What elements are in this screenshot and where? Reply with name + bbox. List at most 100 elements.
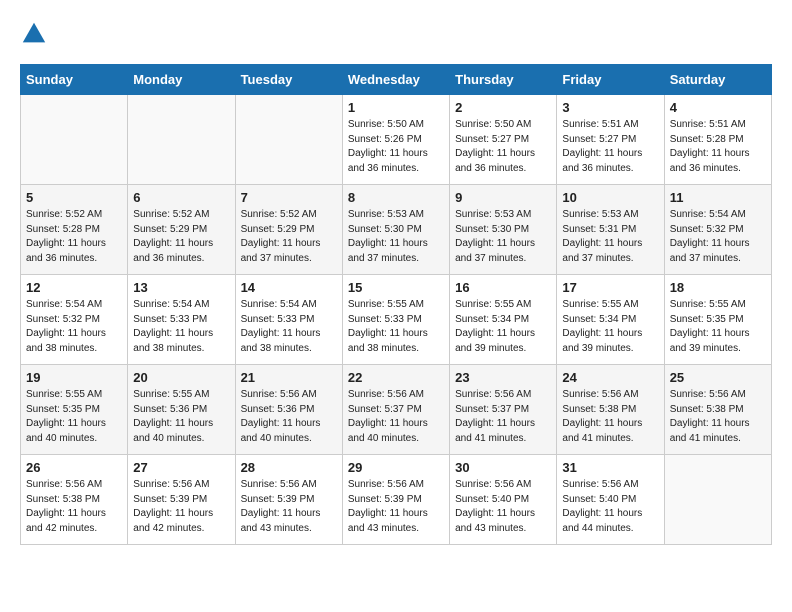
day-info: Sunrise: 5:50 AM Sunset: 5:26 PM Dayligh… [348,118,444,176]
day-info: Sunrise: 5:53 AM Sunset: 5:30 PM Dayligh… [348,208,444,266]
calendar-cell: 3 Sunrise: 5:51 AM Sunset: 5:27 PM Daylig… [557,95,664,185]
day-info: Sunrise: 5:52 AM Sunset: 5:28 PM Dayligh… [26,208,122,266]
day-info: Sunrise: 5:54 AM Sunset: 5:32 PM Dayligh… [26,298,122,356]
calendar-cell: 16Sunrise: 5:55 AM Sunset: 5:34 PM Dayli… [450,275,557,365]
calendar-cell: 15 Sunrise: 5:55 AM Sunset: 5:33 PM Dayli… [342,275,449,365]
day-info: Sunrise: 5:56 AM Sunset: 5:38 PM Dayligh… [26,478,122,536]
day-info: Sunrise: 5:55 AM Sunset: 5:35 PM Dayligh… [26,388,122,446]
day-number: 5 [26,190,122,205]
calendar-cell [21,95,128,185]
day-number: 4 [670,100,766,115]
calendar-cell: 4 Sunrise: 5:51 AM Sunset: 5:28 PM Daylig… [664,95,771,185]
calendar-cell: 20 Sunrise: 5:55 AM Sunset: 5:36 PM Dayli… [128,365,235,455]
day-info: Sunrise: 5:52 AM Sunset: 5:29 PM Dayligh… [133,208,229,266]
header-cell-sunday: Sunday [21,65,128,95]
calendar-cell: 13Sunrise: 5:54 AM Sunset: 5:33 PM Dayli… [128,275,235,365]
day-info: Sunrise: 5:56 AM Sunset: 5:36 PM Dayligh… [241,388,337,446]
day-number: 10 [562,190,658,205]
logo-icon [20,20,48,48]
day-number: 7 [241,190,337,205]
day-number: 12 [26,280,122,295]
calendar-week-1: 1 Sunrise: 5:50 AM Sunset: 5:26 PM Daylig… [21,95,772,185]
day-number: 31 [562,460,658,475]
day-info: Sunrise: 5:55 AM Sunset: 5:34 PM Dayligh… [562,298,658,356]
day-number: 18 [670,280,766,295]
calendar-cell [128,95,235,185]
day-number: 23 [455,370,551,385]
day-info: Sunrise: 5:56 AM Sunset: 5:40 PM Dayligh… [562,478,658,536]
calendar-cell: 11 Sunrise: 5:54 AM Sunset: 5:32 PM Dayli… [664,185,771,275]
day-info: Sunrise: 5:55 AM Sunset: 5:33 PM Dayligh… [348,298,444,356]
calendar-cell [664,455,771,545]
day-info: Sunrise: 5:51 AM Sunset: 5:27 PM Dayligh… [562,118,658,176]
day-info: Sunrise: 5:56 AM Sunset: 5:40 PM Dayligh… [455,478,551,536]
logo [20,20,52,48]
page-header [20,20,772,48]
day-info: Sunrise: 5:56 AM Sunset: 5:38 PM Dayligh… [562,388,658,446]
calendar-cell: 29Sunrise: 5:56 AM Sunset: 5:39 PM Dayli… [342,455,449,545]
day-number: 14 [241,280,337,295]
calendar-cell: 10 Sunrise: 5:53 AM Sunset: 5:31 PM Dayli… [557,185,664,275]
header-cell-friday: Friday [557,65,664,95]
calendar-cell: 25 Sunrise: 5:56 AM Sunset: 5:38 PM Dayli… [664,365,771,455]
day-info: Sunrise: 5:56 AM Sunset: 5:37 PM Dayligh… [455,388,551,446]
calendar-cell: 6 Sunrise: 5:52 AM Sunset: 5:29 PM Daylig… [128,185,235,275]
calendar-cell: 26Sunrise: 5:56 AM Sunset: 5:38 PM Dayli… [21,455,128,545]
day-number: 6 [133,190,229,205]
calendar-cell: 2 Sunrise: 5:50 AM Sunset: 5:27 PM Daylig… [450,95,557,185]
day-number: 3 [562,100,658,115]
calendar-cell [235,95,342,185]
day-number: 22 [348,370,444,385]
day-info: Sunrise: 5:52 AM Sunset: 5:29 PM Dayligh… [241,208,337,266]
day-info: Sunrise: 5:55 AM Sunset: 5:36 PM Dayligh… [133,388,229,446]
day-info: Sunrise: 5:55 AM Sunset: 5:34 PM Dayligh… [455,298,551,356]
calendar-table: SundayMondayTuesdayWednesdayThursdayFrid… [20,64,772,545]
calendar-cell: 9 Sunrise: 5:53 AM Sunset: 5:30 PM Daylig… [450,185,557,275]
day-number: 9 [455,190,551,205]
day-number: 28 [241,460,337,475]
header-cell-thursday: Thursday [450,65,557,95]
day-number: 8 [348,190,444,205]
day-info: Sunrise: 5:56 AM Sunset: 5:39 PM Dayligh… [241,478,337,536]
calendar-cell: 22 Sunrise: 5:56 AM Sunset: 5:37 PM Dayli… [342,365,449,455]
day-number: 27 [133,460,229,475]
calendar-cell: 30 Sunrise: 5:56 AM Sunset: 5:40 PM Dayli… [450,455,557,545]
calendar-cell: 8 Sunrise: 5:53 AM Sunset: 5:30 PM Daylig… [342,185,449,275]
calendar-cell: 19 Sunrise: 5:55 AM Sunset: 5:35 PM Dayli… [21,365,128,455]
calendar-cell: 31 Sunrise: 5:56 AM Sunset: 5:40 PM Dayli… [557,455,664,545]
day-number: 13 [133,280,229,295]
day-info: Sunrise: 5:56 AM Sunset: 5:37 PM Dayligh… [348,388,444,446]
header-cell-tuesday: Tuesday [235,65,342,95]
day-info: Sunrise: 5:54 AM Sunset: 5:33 PM Dayligh… [241,298,337,356]
day-info: Sunrise: 5:51 AM Sunset: 5:28 PM Dayligh… [670,118,766,176]
calendar-cell: 14 Sunrise: 5:54 AM Sunset: 5:33 PM Dayli… [235,275,342,365]
day-number: 19 [26,370,122,385]
day-number: 15 [348,280,444,295]
calendar-week-2: 5 Sunrise: 5:52 AM Sunset: 5:28 PM Daylig… [21,185,772,275]
day-info: Sunrise: 5:53 AM Sunset: 5:31 PM Dayligh… [562,208,658,266]
day-number: 11 [670,190,766,205]
day-number: 2 [455,100,551,115]
day-number: 1 [348,100,444,115]
day-info: Sunrise: 5:55 AM Sunset: 5:35 PM Dayligh… [670,298,766,356]
calendar-cell: 21 Sunrise: 5:56 AM Sunset: 5:36 PM Dayli… [235,365,342,455]
calendar-cell: 24Sunrise: 5:56 AM Sunset: 5:38 PM Dayli… [557,365,664,455]
calendar-cell: 27 Sunrise: 5:56 AM Sunset: 5:39 PM Dayli… [128,455,235,545]
day-number: 30 [455,460,551,475]
day-info: Sunrise: 5:56 AM Sunset: 5:39 PM Dayligh… [133,478,229,536]
day-info: Sunrise: 5:54 AM Sunset: 5:32 PM Dayligh… [670,208,766,266]
day-info: Sunrise: 5:56 AM Sunset: 5:38 PM Dayligh… [670,388,766,446]
day-number: 20 [133,370,229,385]
calendar-cell: 7 Sunrise: 5:52 AM Sunset: 5:29 PM Daylig… [235,185,342,275]
day-info: Sunrise: 5:56 AM Sunset: 5:39 PM Dayligh… [348,478,444,536]
day-info: Sunrise: 5:53 AM Sunset: 5:30 PM Dayligh… [455,208,551,266]
day-number: 21 [241,370,337,385]
header-cell-saturday: Saturday [664,65,771,95]
calendar-cell: 23 Sunrise: 5:56 AM Sunset: 5:37 PM Dayli… [450,365,557,455]
calendar-cell: 5 Sunrise: 5:52 AM Sunset: 5:28 PM Daylig… [21,185,128,275]
day-number: 25 [670,370,766,385]
calendar-cell: 17Sunrise: 5:55 AM Sunset: 5:34 PM Dayli… [557,275,664,365]
calendar-header-row: SundayMondayTuesdayWednesdayThursdayFrid… [21,65,772,95]
day-info: Sunrise: 5:50 AM Sunset: 5:27 PM Dayligh… [455,118,551,176]
calendar-cell: 28 Sunrise: 5:56 AM Sunset: 5:39 PM Dayli… [235,455,342,545]
